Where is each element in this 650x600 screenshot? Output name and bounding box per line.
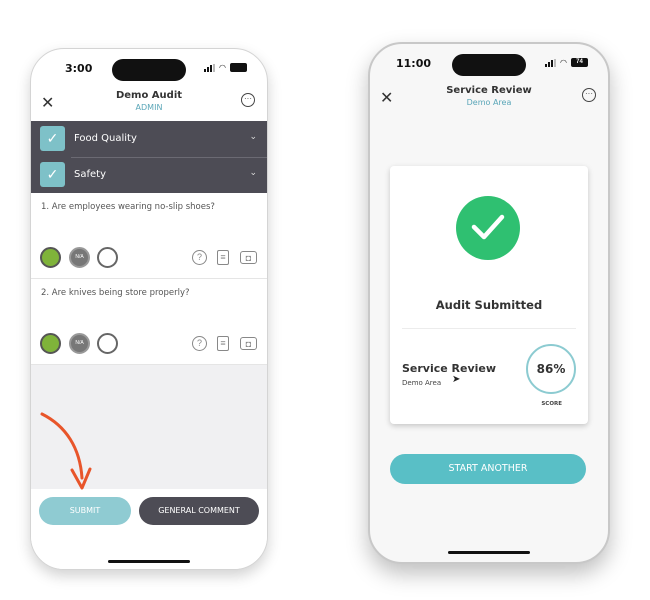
- section-label: Safety: [74, 169, 106, 180]
- dynamic-island: [112, 59, 186, 81]
- chevron-down-icon[interactable]: ⌄: [249, 167, 257, 178]
- submit-button[interactable]: SUBMIT: [39, 497, 131, 525]
- page-title: Demo Audit: [115, 90, 183, 101]
- camera-icon[interactable]: ◘: [240, 251, 257, 264]
- audit-header: ✕ Demo Audit ADMIN ···: [31, 87, 267, 123]
- thumbs-up-icon[interactable]: [40, 247, 61, 268]
- arrow-annotation-icon: [40, 412, 92, 490]
- camera-icon[interactable]: ◘: [240, 337, 257, 350]
- status-time: 3:00: [65, 62, 93, 75]
- page-subtitle: Demo Area: [466, 98, 512, 107]
- result-header: ✕ Service Review Demo Area ···: [370, 82, 608, 118]
- checkbox-checked-icon[interactable]: ✓: [40, 126, 65, 151]
- score-value: 86%: [536, 362, 566, 376]
- audit-area: Demo Area: [402, 379, 442, 387]
- more-options-icon[interactable]: ···: [582, 88, 596, 102]
- na-button[interactable]: N/A: [69, 247, 90, 268]
- status-icons: ◠ 74: [545, 58, 588, 67]
- section-label: Food Quality: [74, 133, 137, 144]
- result-phone: 11:00 ◠ 74 ✕ Service Review Demo Area ··…: [368, 42, 610, 564]
- score-label: SCORE: [541, 401, 562, 407]
- wifi-icon: ◠: [560, 58, 567, 67]
- signal-icon: [204, 63, 216, 72]
- status-bar: 11:00 ◠ 74: [370, 44, 608, 80]
- na-button[interactable]: N/A: [69, 333, 90, 354]
- note-icon[interactable]: ≡: [217, 250, 229, 265]
- section-safety[interactable]: ✓ Safety ⌄: [31, 157, 267, 193]
- more-options-icon[interactable]: ···: [241, 93, 255, 107]
- general-comment-button[interactable]: GENERAL COMMENT: [139, 497, 259, 525]
- page-subtitle: ADMIN: [135, 103, 163, 112]
- bottom-action-bar: SUBMIT GENERAL COMMENT: [31, 489, 267, 569]
- home-indicator[interactable]: [448, 551, 530, 554]
- score-ring: 86%: [526, 344, 576, 394]
- signal-icon: [545, 58, 557, 67]
- question-text: 2. Are knives being store properly?: [41, 288, 190, 298]
- thumbs-down-icon[interactable]: [97, 333, 118, 354]
- mouse-cursor-icon: ➤: [452, 374, 461, 385]
- question-item: 2. Are knives being store properly? N/A …: [31, 279, 267, 365]
- status-bar: 3:00 ◠: [31, 49, 267, 85]
- status-time: 11:00: [396, 57, 432, 70]
- divider: [402, 328, 576, 329]
- thumbs-down-icon[interactable]: [97, 247, 118, 268]
- dynamic-island: [452, 54, 526, 76]
- checkbox-checked-icon[interactable]: ✓: [40, 162, 65, 187]
- home-indicator[interactable]: [108, 560, 190, 563]
- divider: [71, 157, 267, 158]
- note-icon[interactable]: ≡: [217, 336, 229, 351]
- help-icon[interactable]: ?: [192, 250, 207, 265]
- success-check-icon: [456, 196, 520, 260]
- result-card: Audit Submitted Service Review Demo Area…: [390, 166, 588, 424]
- result-headline: Audit Submitted: [435, 298, 543, 312]
- help-icon[interactable]: ?: [192, 336, 207, 351]
- battery-icon: 74: [571, 58, 588, 67]
- page-title: Service Review: [446, 85, 532, 96]
- question-text: 1. Are employees wearing no-slip shoes?: [41, 202, 215, 212]
- thumbs-up-icon[interactable]: [40, 333, 61, 354]
- battery-icon: [230, 63, 247, 72]
- chevron-down-icon[interactable]: ⌄: [249, 131, 257, 142]
- stage: 3:00 ◠ ✕ Demo Audit ADMIN ··· ✓ Food Qua…: [0, 0, 650, 600]
- section-food-quality[interactable]: ✓ Food Quality ⌄: [31, 121, 267, 157]
- audit-name: Service Review: [402, 362, 497, 375]
- question-item: 1. Are employees wearing no-slip shoes? …: [31, 193, 267, 279]
- status-icons: ◠: [204, 63, 247, 72]
- wifi-icon: ◠: [219, 63, 226, 72]
- start-another-button[interactable]: START ANOTHER: [390, 454, 586, 484]
